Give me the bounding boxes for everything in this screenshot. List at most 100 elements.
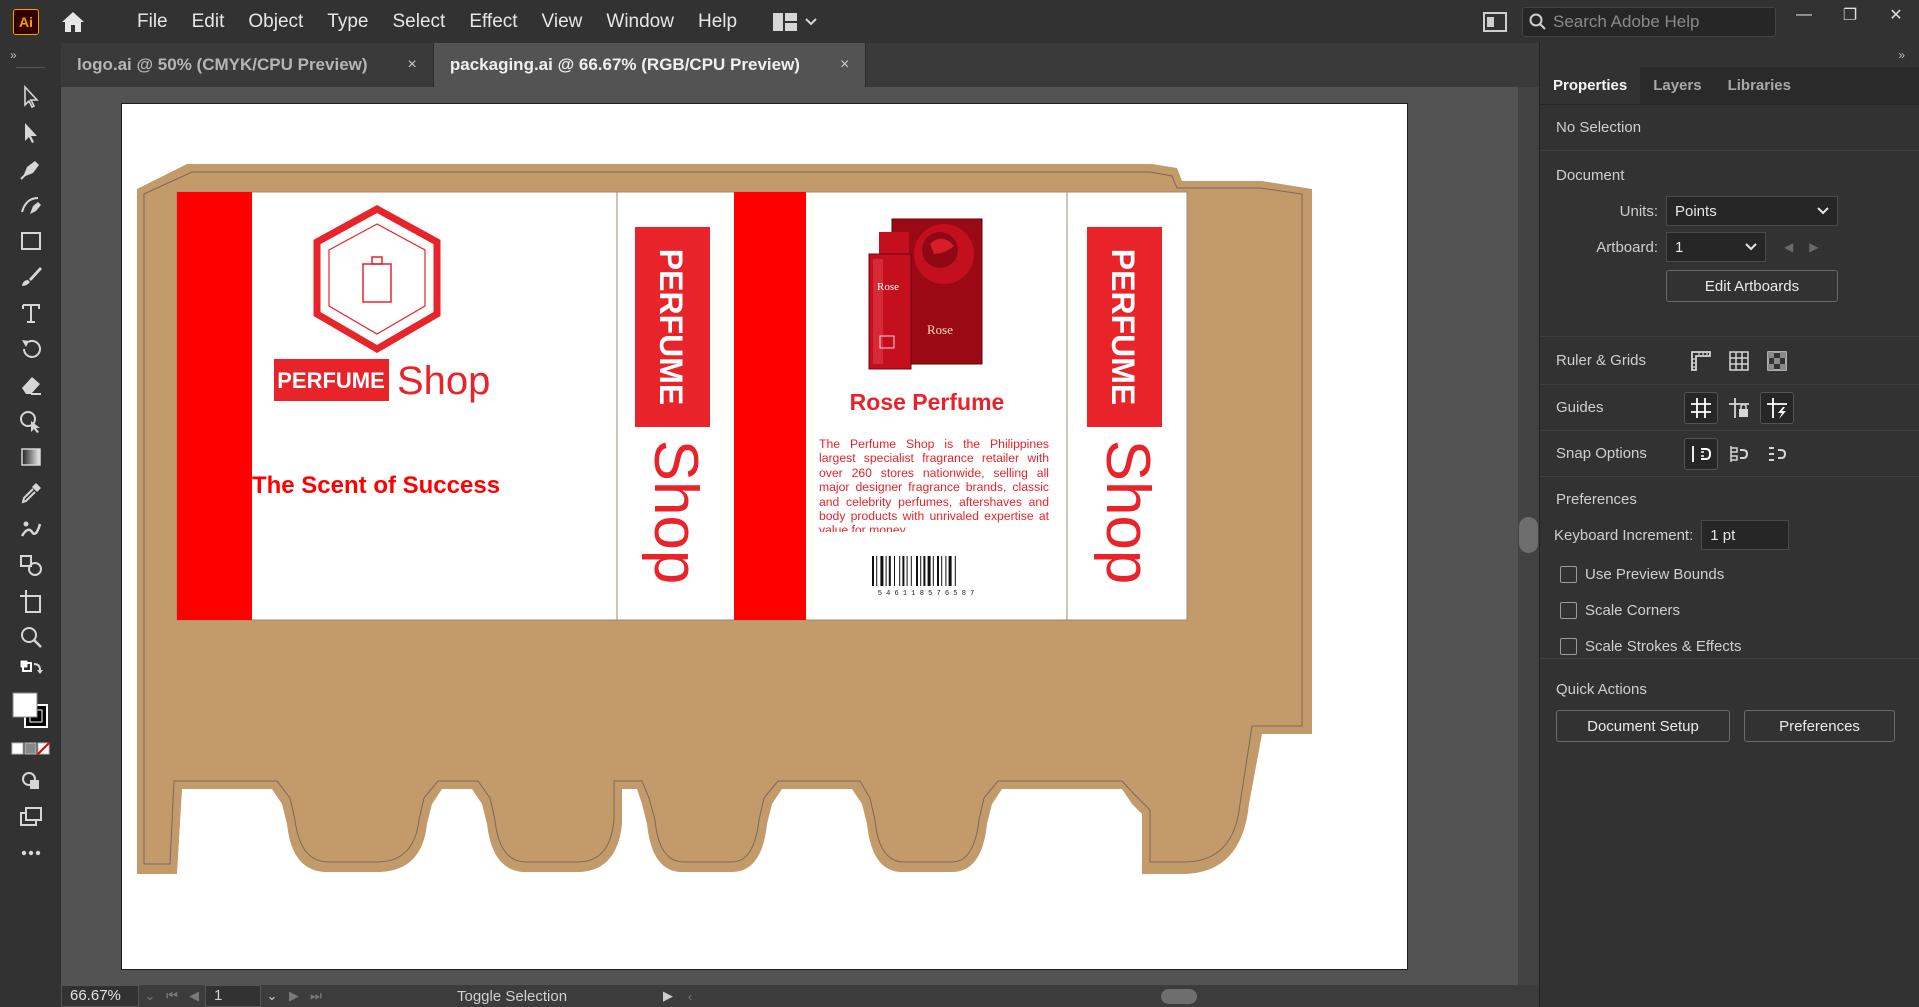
- rectangle-tool[interactable]: [0, 223, 61, 259]
- paintbrush-tool[interactable]: [0, 259, 61, 295]
- toggle-selection-label[interactable]: Toggle Selection: [457, 988, 657, 1005]
- first-artboard-icon[interactable]: ⏮: [161, 988, 183, 1004]
- snap-to-point-toggle[interactable]: [1684, 437, 1718, 470]
- product-description: The Perfume Shop is the Philippines larg…: [819, 437, 1049, 532]
- menu-view[interactable]: View: [530, 0, 595, 43]
- scale-corners-checkbox[interactable]: Scale Corners: [1560, 592, 1903, 628]
- tagline: The Scent of Success: [252, 472, 500, 499]
- arrange-documents-button[interactable]: [1480, 8, 1510, 36]
- gradient-tool[interactable]: [0, 439, 61, 475]
- edit-artboards-button[interactable]: Edit Artboards: [1666, 270, 1838, 302]
- tab-properties[interactable]: Properties: [1540, 67, 1641, 104]
- tab-label: logo.ai @ 50% (CMYK/CPU Preview): [77, 55, 368, 74]
- tab-layers[interactable]: Layers: [1640, 67, 1714, 104]
- menu-effect[interactable]: Effect: [457, 0, 529, 43]
- last-artboard-icon[interactable]: ⏭: [305, 988, 327, 1004]
- home-button[interactable]: [55, 7, 91, 37]
- type-tool[interactable]: [0, 295, 61, 331]
- grid-toggle[interactable]: [1722, 345, 1756, 377]
- transparency-grid-toggle[interactable]: [1760, 345, 1794, 377]
- artboard[interactable]: PERFUME Shop The Scent of Success PERFUM…: [121, 103, 1408, 970]
- menu-help[interactable]: Help: [686, 0, 749, 43]
- eraser-icon: [21, 377, 41, 395]
- direct-selection-tool[interactable]: [0, 115, 61, 151]
- use-preview-bounds-checkbox[interactable]: Use Preview Bounds: [1560, 556, 1903, 592]
- artboard-select[interactable]: 1: [1666, 232, 1766, 262]
- keyboard-increment-field[interactable]: 1 pt: [1701, 520, 1790, 550]
- color-mode-buttons[interactable]: [0, 735, 61, 763]
- next-artboard-icon[interactable]: ▶: [283, 988, 305, 1004]
- eraser-tool[interactable]: [0, 367, 61, 403]
- vertical-scrollbar[interactable]: [1518, 87, 1539, 985]
- snap-to-glyph-toggle[interactable]: [1760, 438, 1794, 470]
- previous-artboard-icon[interactable]: ◀: [183, 988, 205, 1004]
- preferences-title: Preferences: [1556, 491, 1637, 508]
- canvas[interactable]: PERFUME Shop The Scent of Success PERFUM…: [61, 87, 1518, 985]
- menu-type[interactable]: Type: [315, 0, 380, 43]
- fill-stroke-swap[interactable]: [0, 655, 61, 687]
- close-button[interactable]: ✕: [1873, 0, 1919, 30]
- preferences-button[interactable]: Preferences: [1744, 710, 1895, 742]
- toolbar-grip[interactable]: [16, 67, 45, 79]
- edit-toolbar-button[interactable]: [0, 835, 61, 871]
- menu-window[interactable]: Window: [594, 0, 686, 43]
- artboard-number-field[interactable]: 1: [205, 985, 261, 1007]
- next-artboard-arrow-icon[interactable]: ▶: [1809, 240, 1818, 254]
- puppet-warp-tool[interactable]: [0, 511, 61, 547]
- curvature-tool[interactable]: [0, 187, 61, 223]
- tab-libraries[interactable]: Libraries: [1715, 67, 1804, 104]
- menu-file[interactable]: File: [125, 0, 180, 43]
- minimize-button[interactable]: —: [1781, 0, 1827, 30]
- eyedropper-tool[interactable]: [0, 475, 61, 511]
- screen-mode-button[interactable]: [0, 799, 61, 835]
- document-section: Document Units: Points Artboard: 1 ◀ ▶ E…: [1540, 151, 1919, 337]
- smart-guides-toggle[interactable]: [1760, 391, 1794, 424]
- packaging-dieline-artwork[interactable]: PERFUME Shop The Scent of Success PERFUM…: [122, 104, 1409, 971]
- previous-artboard-arrow-icon[interactable]: ◀: [1784, 240, 1793, 254]
- document-setup-button[interactable]: Document Setup: [1556, 710, 1730, 742]
- product-image: Rose Rose: [868, 218, 983, 370]
- type-icon: [21, 304, 40, 323]
- menu-edit[interactable]: Edit: [180, 0, 237, 43]
- menu-object[interactable]: Object: [236, 0, 315, 43]
- guides-section: Guides: [1540, 385, 1919, 431]
- zoom-tool[interactable]: [0, 619, 61, 655]
- artboard-dropdown-icon[interactable]: ⌄: [261, 988, 283, 1004]
- horizontal-scroll-thumb[interactable]: [1161, 989, 1197, 1004]
- rotate-tool[interactable]: [0, 331, 61, 367]
- draw-mode-button[interactable]: [0, 763, 61, 799]
- collapse-toolbar-icon[interactable]: »: [0, 43, 61, 67]
- lock-guides-toggle[interactable]: [1722, 392, 1756, 424]
- collapse-panel-icon[interactable]: »: [1540, 43, 1919, 67]
- selection-tool[interactable]: [0, 79, 61, 115]
- barcode: 5 4 6 1 1 8 5 7 6 5 8 7: [870, 554, 982, 598]
- zoom-level-field[interactable]: 66.67%: [61, 985, 139, 1007]
- tab-close-icon[interactable]: ×: [408, 56, 417, 74]
- tab-close-icon[interactable]: ×: [840, 56, 849, 74]
- units-select[interactable]: Points: [1666, 196, 1838, 226]
- show-guides-toggle[interactable]: [1684, 391, 1718, 424]
- search-help-input[interactable]: [1553, 12, 1763, 32]
- more-icon: [21, 850, 40, 856]
- rectangle-icon: [20, 232, 41, 250]
- scroll-left-icon[interactable]: ‹: [679, 989, 701, 1004]
- restore-button[interactable]: ❐: [1827, 0, 1873, 30]
- search-help-box[interactable]: [1522, 7, 1776, 37]
- vertical-scroll-thumb[interactable]: [1519, 517, 1538, 553]
- pen-tool[interactable]: [0, 151, 61, 187]
- fill-stroke-swatches[interactable]: [0, 687, 61, 735]
- tab-logo-ai[interactable]: logo.ai @ 50% (CMYK/CPU Preview) ×: [61, 43, 434, 87]
- status-menu-icon[interactable]: ▶: [657, 988, 679, 1004]
- tab-packaging-ai[interactable]: packaging.ai @ 66.67% (RGB/CPU Preview) …: [433, 43, 867, 87]
- rulers-toggle[interactable]: [1684, 345, 1718, 377]
- default-fill-stroke-icon: [19, 659, 43, 674]
- shape-builder-tool[interactable]: [0, 403, 61, 439]
- quick-actions-section: Quick Actions Document Setup Preferences: [1540, 659, 1919, 769]
- snap-to-pixel-toggle[interactable]: [1722, 438, 1756, 470]
- side-shop-left: Shop: [641, 440, 710, 585]
- zoom-dropdown-icon[interactable]: ⌄: [139, 988, 161, 1004]
- workspace-switcher[interactable]: [773, 12, 817, 31]
- menu-select[interactable]: Select: [381, 0, 458, 43]
- artboard-tool[interactable]: [0, 583, 61, 619]
- symbol-sprayer-tool[interactable]: [0, 547, 61, 583]
